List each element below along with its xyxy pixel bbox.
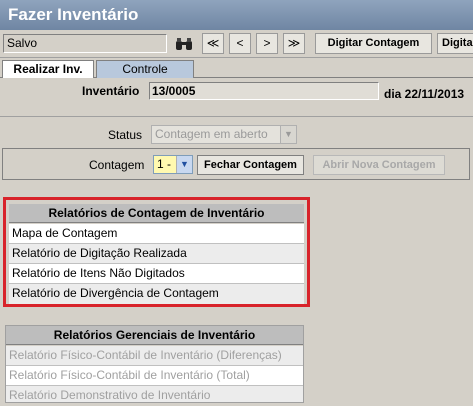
first-record-button[interactable]: ≪ <box>202 33 224 54</box>
report-itens-nao-digitados[interactable]: Relatório de Itens Não Digitados <box>9 264 304 284</box>
relatorios-gerenciais-title: Relatórios Gerenciais de Inventário <box>6 326 303 345</box>
digitar-button-cut[interactable]: Digita <box>437 33 473 54</box>
report-divergencia-contagem[interactable]: Relatório de Divergência de Contagem <box>9 284 304 304</box>
fechar-contagem-button[interactable]: Fechar Contagem <box>197 155 304 175</box>
tab-realizar-inv[interactable]: Realizar Inv. <box>2 60 94 78</box>
status-select-value: Contagem em aberto <box>155 127 268 141</box>
status-field: Salvo <box>3 34 167 53</box>
inventario-label: Inventário <box>82 84 140 98</box>
window-title: Fazer Inventário <box>0 0 473 30</box>
abrir-nova-contagem-button[interactable]: Abrir Nova Contagem <box>313 155 445 175</box>
status-label: Status <box>108 128 143 142</box>
inventario-date: dia 22/11/2013 <box>384 87 465 101</box>
contagem-select-value: 1 - <box>157 157 172 171</box>
report-fisico-contabil-diferencas: Relatório Físico-Contábil de Inventário … <box>6 346 303 366</box>
binoculars-icon[interactable] <box>172 34 196 54</box>
chevron-down-icon: ▼ <box>280 126 296 143</box>
relatorios-contagem-panel: Relatórios de Contagem de Inventário Map… <box>3 197 310 307</box>
toolbar: Salvo ≪ < > ≫ Digitar Contagem Digita <box>0 30 473 58</box>
next-record-button[interactable]: > <box>256 33 278 54</box>
tab-controle[interactable]: Controle <box>96 60 194 78</box>
status-select[interactable]: Contagem em aberto ▼ <box>151 125 297 144</box>
chevron-down-icon: ▼ <box>176 156 192 173</box>
divider <box>0 116 473 117</box>
contagem-select[interactable]: 1 - ▼ <box>153 155 193 174</box>
relatorios-contagem-title: Relatórios de Contagem de Inventário <box>9 204 304 223</box>
last-record-button[interactable]: ≫ <box>283 33 305 54</box>
contagem-label: Contagem <box>89 158 145 172</box>
report-mapa-contagem[interactable]: Mapa de Contagem <box>9 224 304 244</box>
inventario-field[interactable]: 13/0005 <box>149 82 379 100</box>
report-demonstrativo: Relatório Demonstrativo de Inventário <box>6 386 303 402</box>
digitar-contagem-button[interactable]: Digitar Contagem <box>315 33 432 54</box>
report-fisico-contabil-total: Relatório Físico-Contábil de Inventário … <box>6 366 303 386</box>
report-digitacao-realizada[interactable]: Relatório de Digitação Realizada <box>9 244 304 264</box>
tab-strip: Realizar Inv. Controle <box>0 60 473 78</box>
prev-record-button[interactable]: < <box>229 33 251 54</box>
relatorios-gerenciais-panel: Relatórios Gerenciais de Inventário Rela… <box>5 325 304 403</box>
